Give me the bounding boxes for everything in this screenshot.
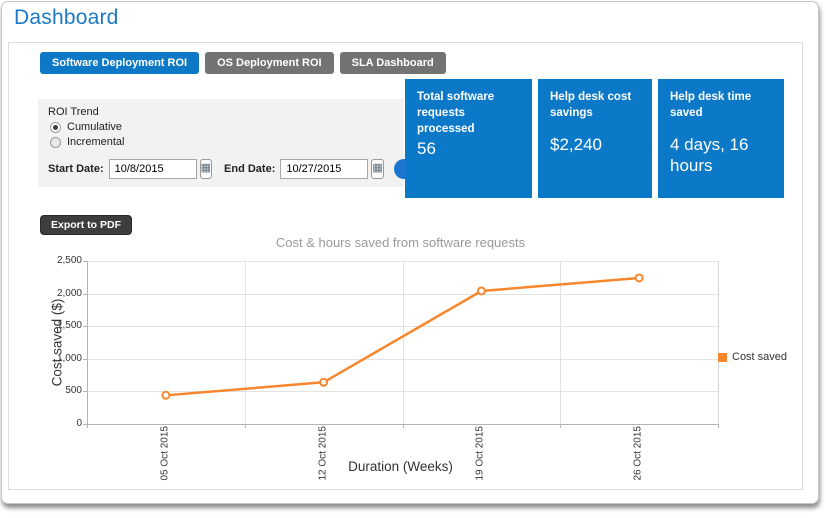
kpi-value: $2,240: [550, 134, 640, 155]
line-chart-plot-area: [87, 261, 718, 425]
tab-os-deployment-roi[interactable]: OS Deployment ROI: [205, 52, 334, 74]
dashboard-window: Dashboard Software Deployment ROI OS Dep…: [1, 1, 819, 504]
kpi-card-time-saved: Help desk time saved 4 days, 16 hours: [658, 79, 784, 198]
tab-software-deployment-roi[interactable]: Software Deployment ROI: [40, 52, 199, 74]
kpi-card-cost-savings: Help desk cost savings $2,240: [538, 79, 652, 198]
page-title: Dashboard: [14, 6, 119, 30]
kpi-label: Total software requests processed: [417, 89, 520, 137]
cost-saved-line-series: [87, 261, 718, 425]
x-axis-title: Duration (Weeks): [85, 459, 716, 474]
y-tick-label: 0: [32, 418, 82, 429]
start-date-input[interactable]: [109, 159, 197, 179]
tab-sla-dashboard[interactable]: SLA Dashboard: [340, 52, 446, 74]
radio-incremental-label: Incremental: [67, 136, 124, 148]
kpi-label: Help desk cost savings: [550, 89, 640, 121]
kpi-label: Help desk time saved: [670, 89, 772, 121]
chart-title: Cost & hours saved from software request…: [85, 235, 716, 250]
date-range-row: Start Date: ▦ End Date: ▦ Apply: [48, 159, 394, 179]
start-date-label: Start Date:: [48, 163, 104, 175]
tab-bar: Software Deployment ROI OS Deployment RO…: [40, 52, 446, 74]
end-date-input[interactable]: [280, 159, 368, 179]
y-tick-label: 2,500: [32, 255, 82, 266]
export-to-pdf-button[interactable]: Export to PDF: [40, 215, 132, 235]
end-date-label: End Date:: [224, 163, 275, 175]
radio-incremental[interactable]: [50, 137, 61, 148]
end-date-calendar-icon[interactable]: ▦: [371, 159, 383, 179]
radio-cumulative-label: Cumulative: [67, 121, 122, 133]
kpi-card-total-requests: Total software requests processed 56: [405, 79, 532, 198]
kpi-value: 4 days, 16 hours: [670, 134, 772, 177]
kpi-cards: Total software requests processed 56 Hel…: [405, 79, 784, 198]
legend-label-cost-saved: Cost saved: [732, 351, 787, 363]
start-date-calendar-icon[interactable]: ▦: [200, 159, 212, 179]
legend-swatch-cost-saved: [718, 353, 727, 362]
y-axis-title: Cost saved ($): [50, 283, 65, 403]
radio-cumulative[interactable]: [50, 122, 61, 133]
radio-row-incremental[interactable]: Incremental: [48, 136, 394, 148]
roi-trend-filter-box: ROI Trend Cumulative Incremental Start D…: [38, 99, 404, 187]
roi-trend-label: ROI Trend: [48, 106, 394, 118]
chart-legend[interactable]: Cost saved: [718, 351, 787, 363]
kpi-value: 56: [417, 138, 520, 159]
radio-row-cumulative[interactable]: Cumulative: [48, 121, 394, 133]
